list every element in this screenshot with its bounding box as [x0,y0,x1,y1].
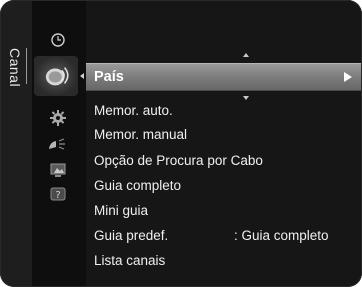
menu-item-opcao-procura-cabo[interactable]: Opção de Procura por Cabo [86,148,362,172]
help-icon[interactable]: ? [44,182,72,206]
menu-category-tab[interactable]: Canal [0,0,32,287]
menu-item-guia-predef[interactable]: Guia predef. : Guia completo [86,223,362,247]
menu-item-guia-completo[interactable]: Guia completo [86,173,362,197]
active-pointer [80,73,84,79]
gear-icon[interactable] [44,106,72,130]
menu-item-memor-auto[interactable]: Memor. auto. [86,98,362,122]
menu-item-label: Mini guia [94,202,149,218]
input-icon[interactable] [44,132,72,156]
menu-item-mini-guia[interactable]: Mini guia [86,198,362,222]
tv-menu-window: Canal ? País Memor. auto. Memor. manual … [0,0,362,287]
svg-text:?: ? [55,190,60,201]
menu-panel: País Memor. auto. Memor. manual Opção de… [86,0,362,287]
icon-column: ? [32,0,86,287]
menu-item-label: País [94,69,124,85]
category-label: Canal [7,48,23,88]
menu-item-value: : Guia completo [234,227,329,243]
menu-item-memor-manual[interactable]: Memor. manual [86,122,362,146]
satellite-dish-icon[interactable] [44,64,72,88]
category-divider [26,48,27,84]
menu-item-label: Lista canais [94,252,166,268]
menu-item-label: Memor. auto. [94,102,173,118]
menu-item-label: Guia predef. [94,227,169,243]
menu-item-label: Memor. manual [94,126,188,142]
media-icon[interactable] [44,158,72,182]
menu-item-label: Guia completo [94,177,182,193]
clock-icon[interactable] [44,28,72,52]
scroll-up-arrow-icon[interactable] [243,53,249,57]
menu-item-pais[interactable]: País [86,63,362,91]
menu-item-lista-canais[interactable]: Lista canais [86,248,362,272]
submenu-arrow-icon [344,72,352,82]
menu-item-label: Opção de Procura por Cabo [94,152,263,168]
